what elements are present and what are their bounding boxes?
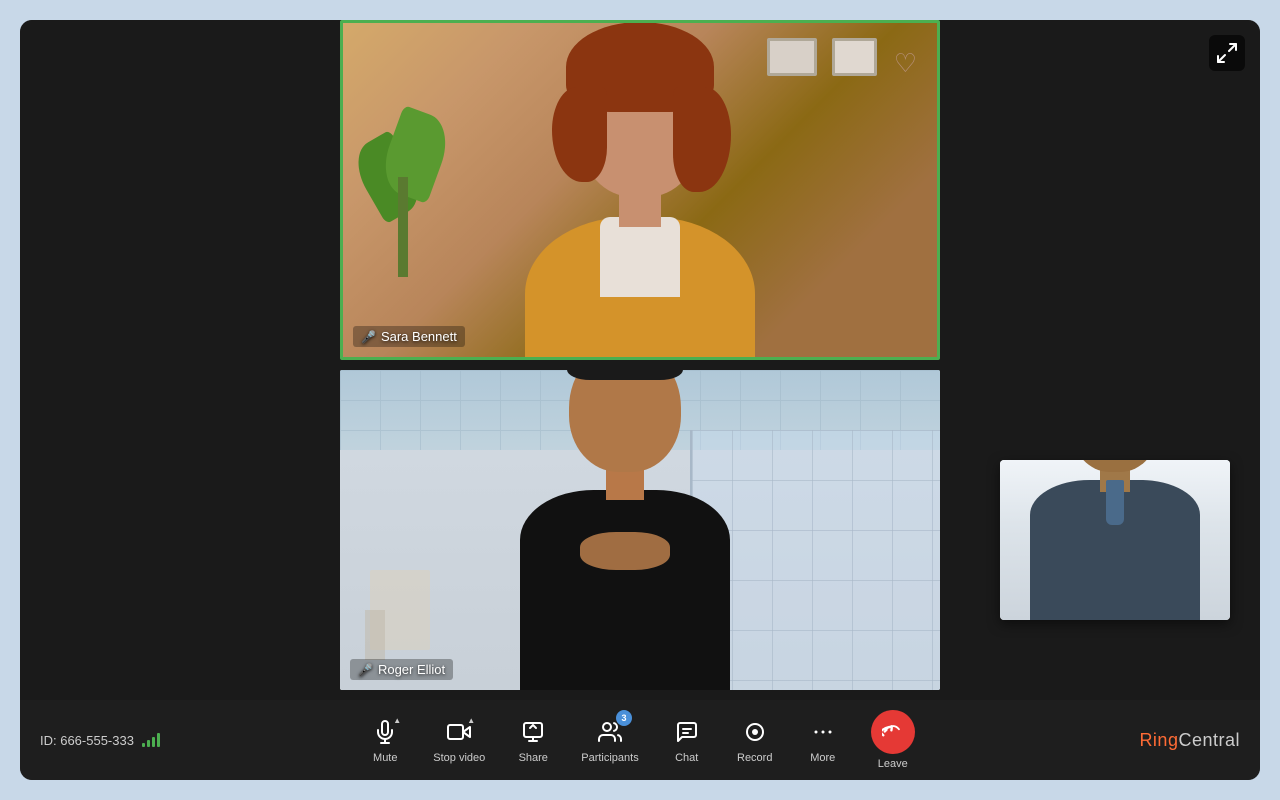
brand-ring: Ring — [1139, 730, 1178, 750]
video-area: ♡ — [20, 20, 1260, 700]
pip-person — [1015, 460, 1215, 620]
more-button[interactable]: More — [793, 710, 853, 770]
wall-frame-2 — [832, 38, 877, 76]
roger-jacket — [520, 490, 730, 690]
roger-person — [475, 370, 775, 690]
chat-icon-container — [671, 716, 703, 748]
more-icon — [811, 720, 835, 744]
share-icon — [521, 720, 545, 744]
video-caret: ▲ — [465, 714, 477, 726]
brand-central: Central — [1178, 730, 1240, 750]
stop-video-button[interactable]: ▲ Stop video — [423, 710, 495, 770]
participants-label: Participants — [581, 752, 638, 764]
sara-mic-icon: 🎤 — [361, 330, 376, 344]
meeting-id: ID: 666-555-333 — [40, 733, 134, 748]
record-icon — [743, 720, 767, 744]
video-top-section: ♡ — [20, 20, 1260, 360]
plant-decoration — [363, 117, 443, 277]
toolbar-right: RingCentral — [1080, 730, 1240, 751]
toolbar: ID: 666-555-333 ▲ — [20, 700, 1260, 780]
more-label: More — [810, 752, 835, 764]
leave-button[interactable]: Leave — [861, 704, 925, 776]
pip-video-feed — [1000, 460, 1230, 620]
signal-bar-4 — [157, 733, 160, 747]
record-icon-container — [739, 716, 771, 748]
sara-hair-left — [552, 87, 607, 182]
participant-count-badge: 3 — [616, 710, 632, 726]
roger-mic-muted-icon: 🎤 — [358, 663, 373, 677]
fullscreen-button[interactable] — [1209, 35, 1245, 71]
signal-bar-1 — [142, 743, 145, 747]
heart-decoration: ♡ — [894, 48, 917, 79]
brand-logo: RingCentral — [1139, 730, 1240, 751]
mute-button[interactable]: ▲ Mute — [355, 710, 415, 770]
leave-icon-container — [871, 710, 915, 754]
chat-button[interactable]: Chat — [657, 710, 717, 770]
leave-icon — [882, 721, 904, 743]
chat-icon — [675, 720, 699, 744]
roger-video-frame: 🎤 Roger Elliot — [340, 370, 940, 690]
sara-video-feed: ♡ — [343, 23, 937, 357]
fullscreen-icon — [1215, 41, 1239, 65]
share-label: Share — [519, 752, 548, 764]
roger-hair — [567, 370, 683, 380]
sara-name-tag: 🎤 Sara Bennett — [353, 326, 465, 347]
sara-video-frame: ♡ — [340, 20, 940, 360]
roger-name-tag: 🎤 Roger Elliot — [350, 659, 453, 680]
video-bottom-section: 🎤 Roger Elliot — [20, 360, 1260, 700]
toolbar-center: ▲ Mute ▲ Stop video — [355, 704, 924, 776]
record-button[interactable]: Record — [725, 710, 785, 770]
roger-hands — [580, 532, 670, 570]
chat-label: Chat — [675, 752, 698, 764]
app-container: ♡ — [20, 20, 1260, 780]
roger-head — [569, 370, 681, 472]
participants-button[interactable]: 3 Participants — [571, 710, 648, 770]
sara-shirt — [600, 217, 680, 297]
participants-icon-container: 3 — [594, 716, 626, 748]
roger-video-feed — [340, 370, 940, 690]
pip-participant — [1000, 460, 1230, 620]
signal-bar-3 — [152, 737, 155, 747]
sara-person — [490, 37, 790, 357]
signal-strength — [142, 733, 160, 747]
share-button[interactable]: Share — [503, 710, 563, 770]
pip-head — [1071, 460, 1159, 472]
mute-label: Mute — [373, 752, 397, 764]
share-icon-container — [517, 716, 549, 748]
sara-hair-right — [673, 87, 731, 192]
leave-label: Leave — [878, 758, 908, 770]
roger-name: Roger Elliot — [378, 662, 445, 677]
sara-name: Sara Bennett — [381, 329, 457, 344]
mute-icon-container: ▲ — [369, 716, 401, 748]
toolbar-left: ID: 666-555-333 — [40, 733, 200, 748]
stop-video-icon-container: ▲ — [443, 716, 475, 748]
mute-caret: ▲ — [391, 714, 403, 726]
stop-video-label: Stop video — [433, 752, 485, 764]
more-icon-container — [807, 716, 839, 748]
signal-bar-2 — [147, 740, 150, 747]
pip-tie — [1106, 480, 1124, 525]
office-stand — [365, 610, 385, 660]
record-label: Record — [737, 752, 772, 764]
